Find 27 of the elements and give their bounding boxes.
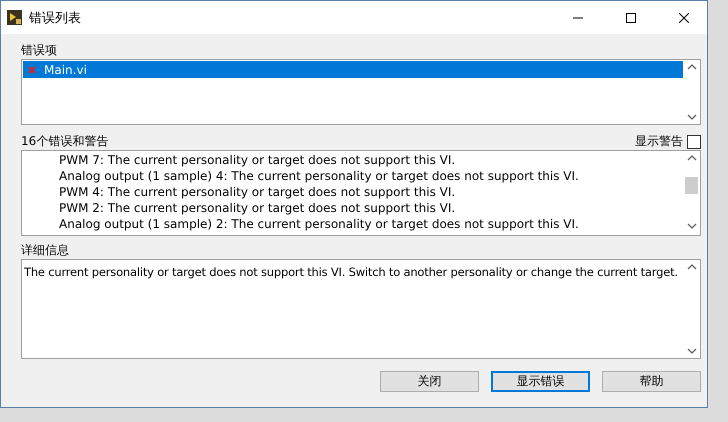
show-warnings-checkbox[interactable]	[687, 134, 701, 148]
section-label: 错误项	[21, 42, 58, 59]
error-message[interactable]: Analog output (1 sample) 2: The current personality or target does not support this VI.	[22, 216, 683, 232]
dialog-button[interactable]: 关闭	[380, 371, 479, 392]
scroll-up-icon[interactable]	[686, 64, 696, 70]
error-message[interactable]: PWM 4: The current personality or target does not support this VI.	[22, 184, 683, 200]
scroll-down-icon[interactable]	[686, 348, 696, 354]
scroll-down-icon[interactable]	[686, 223, 696, 229]
scroll-up-icon[interactable]	[686, 264, 696, 270]
close-icon	[679, 12, 689, 22]
error-message[interactable]: Analog output (1 sample) 4: The current personality or target does not support this VI.	[22, 168, 683, 184]
section-label: 详细信息	[21, 242, 70, 259]
scroll-up-icon[interactable]	[686, 155, 696, 161]
error-message[interactable]: PWM 7: The current personality or target does not support this VI.	[22, 152, 683, 168]
error-message[interactable]: PWM 2: The current personality or target does not support this VI.	[22, 200, 683, 216]
scroll-down-icon[interactable]	[686, 114, 696, 120]
dialog-button[interactable]: 显示错误	[491, 371, 590, 392]
scroll-thumb[interactable]	[685, 177, 698, 194]
maximize-icon	[626, 12, 636, 22]
error-icon	[28, 66, 36, 74]
window-title: 错误列表	[29, 10, 82, 26]
details-text: The current personality or target does not support this VI. Switch to another personality or change the current target.	[24, 265, 678, 279]
error-item[interactable]: Main.vi	[23, 61, 683, 78]
app-icon	[7, 10, 22, 25]
dialog-button[interactable]: 帮助	[602, 371, 701, 392]
checkbox-label: 显示警告	[635, 133, 683, 150]
section-label: 16个错误和警告	[21, 133, 108, 150]
